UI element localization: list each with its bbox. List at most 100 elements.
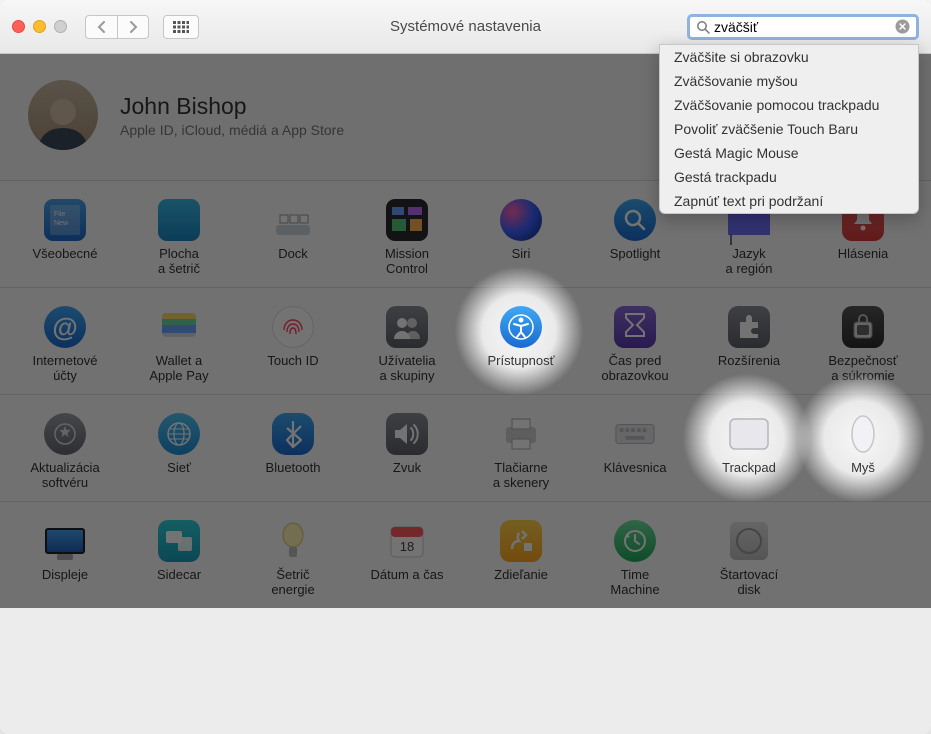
- pref-general[interactable]: FileNew Všeobecné: [8, 199, 122, 277]
- pref-label: Trackpad: [722, 461, 776, 491]
- touchid-icon: [272, 306, 314, 348]
- pref-label: Sidecar: [157, 568, 201, 598]
- pref-row: Displeje Sidecar Šetričenergie 18: [0, 502, 931, 608]
- show-all-button[interactable]: [163, 15, 199, 39]
- zoom-button: [54, 20, 67, 33]
- pref-label: Klávesnica: [604, 461, 667, 491]
- pref-desktop[interactable]: Plochaa šetrič: [122, 199, 236, 277]
- pref-label: Šetričenergie: [271, 568, 314, 598]
- pref-label: Zvuk: [393, 461, 421, 491]
- pref-label: Jazyka región: [726, 247, 773, 277]
- chevron-right-icon: [129, 21, 138, 33]
- suggestion-item[interactable]: Gestá trackpadu: [660, 165, 918, 189]
- pref-label: Touch ID: [267, 354, 318, 384]
- pref-siri[interactable]: Siri: [464, 199, 578, 277]
- suggestion-item[interactable]: Zväčšovanie pomocou trackpadu: [660, 93, 918, 117]
- pref-label: Bluetooth: [266, 461, 321, 491]
- desktop-icon: [158, 199, 200, 241]
- pref-energy[interactable]: Šetričenergie: [236, 520, 350, 598]
- clear-search-button[interactable]: [895, 19, 910, 34]
- search-field[interactable]: [687, 14, 919, 40]
- pref-label: Myš: [851, 461, 875, 491]
- pref-wallet[interactable]: Wallet aApple Pay: [122, 306, 236, 384]
- user-name: John Bishop: [120, 93, 344, 120]
- internet-accounts-icon: @: [44, 306, 86, 348]
- network-icon: [158, 413, 200, 455]
- dock-icon: [272, 199, 314, 241]
- pref-label: Spotlight: [610, 247, 661, 277]
- pref-label: Aktualizáciasoftvéru: [30, 461, 99, 491]
- pref-trackpad[interactable]: Trackpad: [692, 413, 806, 491]
- pref-screentime[interactable]: Čas predobrazovkou: [578, 306, 692, 384]
- pref-label: Bezpečnosťa súkromie: [828, 354, 897, 384]
- pref-row: @ Internetovéúčty Wallet aApple Pay Touc…: [0, 288, 931, 395]
- pref-displays[interactable]: Displeje: [8, 520, 122, 598]
- pref-startup-disk[interactable]: Štartovacídisk: [692, 520, 806, 598]
- pref-dock[interactable]: Dock: [236, 199, 350, 277]
- pref-label: Displeje: [42, 568, 88, 598]
- pref-label: Prístupnosť: [487, 354, 554, 384]
- general-icon: FileNew: [44, 199, 86, 241]
- pref-sound[interactable]: Zvuk: [350, 413, 464, 491]
- pref-label: Štartovacídisk: [720, 568, 779, 598]
- back-button[interactable]: [85, 15, 117, 39]
- energy-icon: [272, 520, 314, 562]
- pref-mouse[interactable]: Myš: [806, 413, 920, 491]
- pref-sidecar[interactable]: Sidecar: [122, 520, 236, 598]
- accessibility-icon: [500, 306, 542, 348]
- suggestion-item[interactable]: Zväčšovanie myšou: [660, 69, 918, 93]
- pref-label: Internetovéúčty: [32, 354, 97, 384]
- search-input[interactable]: [714, 19, 895, 35]
- keyboard-icon: [614, 413, 656, 455]
- wallet-icon: [158, 306, 200, 348]
- avatar: [28, 80, 98, 150]
- pref-security[interactable]: Bezpečnosťa súkromie: [806, 306, 920, 384]
- pref-software-update[interactable]: Aktualizáciasoftvéru: [8, 413, 122, 491]
- screentime-icon: [614, 306, 656, 348]
- prefpanes: FileNew Všeobecné Plochaa šetrič Dock: [0, 181, 931, 608]
- pref-mission-control[interactable]: MissionControl: [350, 199, 464, 277]
- suggestion-item[interactable]: Povoliť zväčšenie Touch Baru: [660, 117, 918, 141]
- pref-label: MissionControl: [385, 247, 429, 277]
- pref-network[interactable]: Sieť: [122, 413, 236, 491]
- suggestion-item[interactable]: Zapnúť text pri podržaní: [660, 189, 918, 213]
- user-text: John Bishop Apple ID, iCloud, médiá a Ap…: [120, 93, 344, 138]
- mission-control-icon: [386, 199, 428, 241]
- minimize-button[interactable]: [33, 20, 46, 33]
- printers-icon: [500, 413, 542, 455]
- chevron-left-icon: [97, 21, 106, 33]
- spotlight-icon: [614, 199, 656, 241]
- pref-bluetooth[interactable]: Bluetooth: [236, 413, 350, 491]
- clear-icon: [895, 19, 910, 34]
- search-suggestions: Zväčšite si obrazovku Zväčšovanie myšou …: [659, 44, 919, 214]
- pref-extensions[interactable]: Rozšírenia: [692, 306, 806, 384]
- forward-button[interactable]: [117, 15, 149, 39]
- pref-label: Rozšírenia: [718, 354, 780, 384]
- datetime-icon: 18: [386, 520, 428, 562]
- pref-keyboard[interactable]: Klávesnica: [578, 413, 692, 491]
- pref-sharing[interactable]: Zdieľanie: [464, 520, 578, 598]
- pref-label: Čas predobrazovkou: [601, 354, 668, 384]
- mouse-icon: [842, 413, 884, 455]
- suggestion-item[interactable]: Gestá Magic Mouse: [660, 141, 918, 165]
- startup-disk-icon: [728, 520, 770, 562]
- pref-label: Hlásenia: [838, 247, 889, 277]
- sharing-icon: [500, 520, 542, 562]
- search-wrap: Zväčšite si obrazovku Zväčšovanie myšou …: [687, 14, 919, 40]
- pref-touchid[interactable]: Touch ID: [236, 306, 350, 384]
- pref-users[interactable]: Užívateliaa skupiny: [350, 306, 464, 384]
- pref-label: Dock: [278, 247, 308, 277]
- pref-timemachine[interactable]: TimeMachine: [578, 520, 692, 598]
- pref-accessibility[interactable]: Prístupnosť: [464, 306, 578, 384]
- pref-label: Tlačiarnea skenery: [493, 461, 549, 491]
- pref-label: Siri: [512, 247, 531, 277]
- users-icon: [386, 306, 428, 348]
- bluetooth-icon: [272, 413, 314, 455]
- system-preferences-window: Systémové nastavenia Zväčšite si obrazov…: [0, 0, 931, 734]
- pref-printers[interactable]: Tlačiarnea skenery: [464, 413, 578, 491]
- pref-datetime[interactable]: 18 Dátum a čas: [350, 520, 464, 598]
- pref-label: Zdieľanie: [494, 568, 548, 598]
- close-button[interactable]: [12, 20, 25, 33]
- suggestion-item[interactable]: Zväčšite si obrazovku: [660, 45, 918, 69]
- pref-internet-accounts[interactable]: @ Internetovéúčty: [8, 306, 122, 384]
